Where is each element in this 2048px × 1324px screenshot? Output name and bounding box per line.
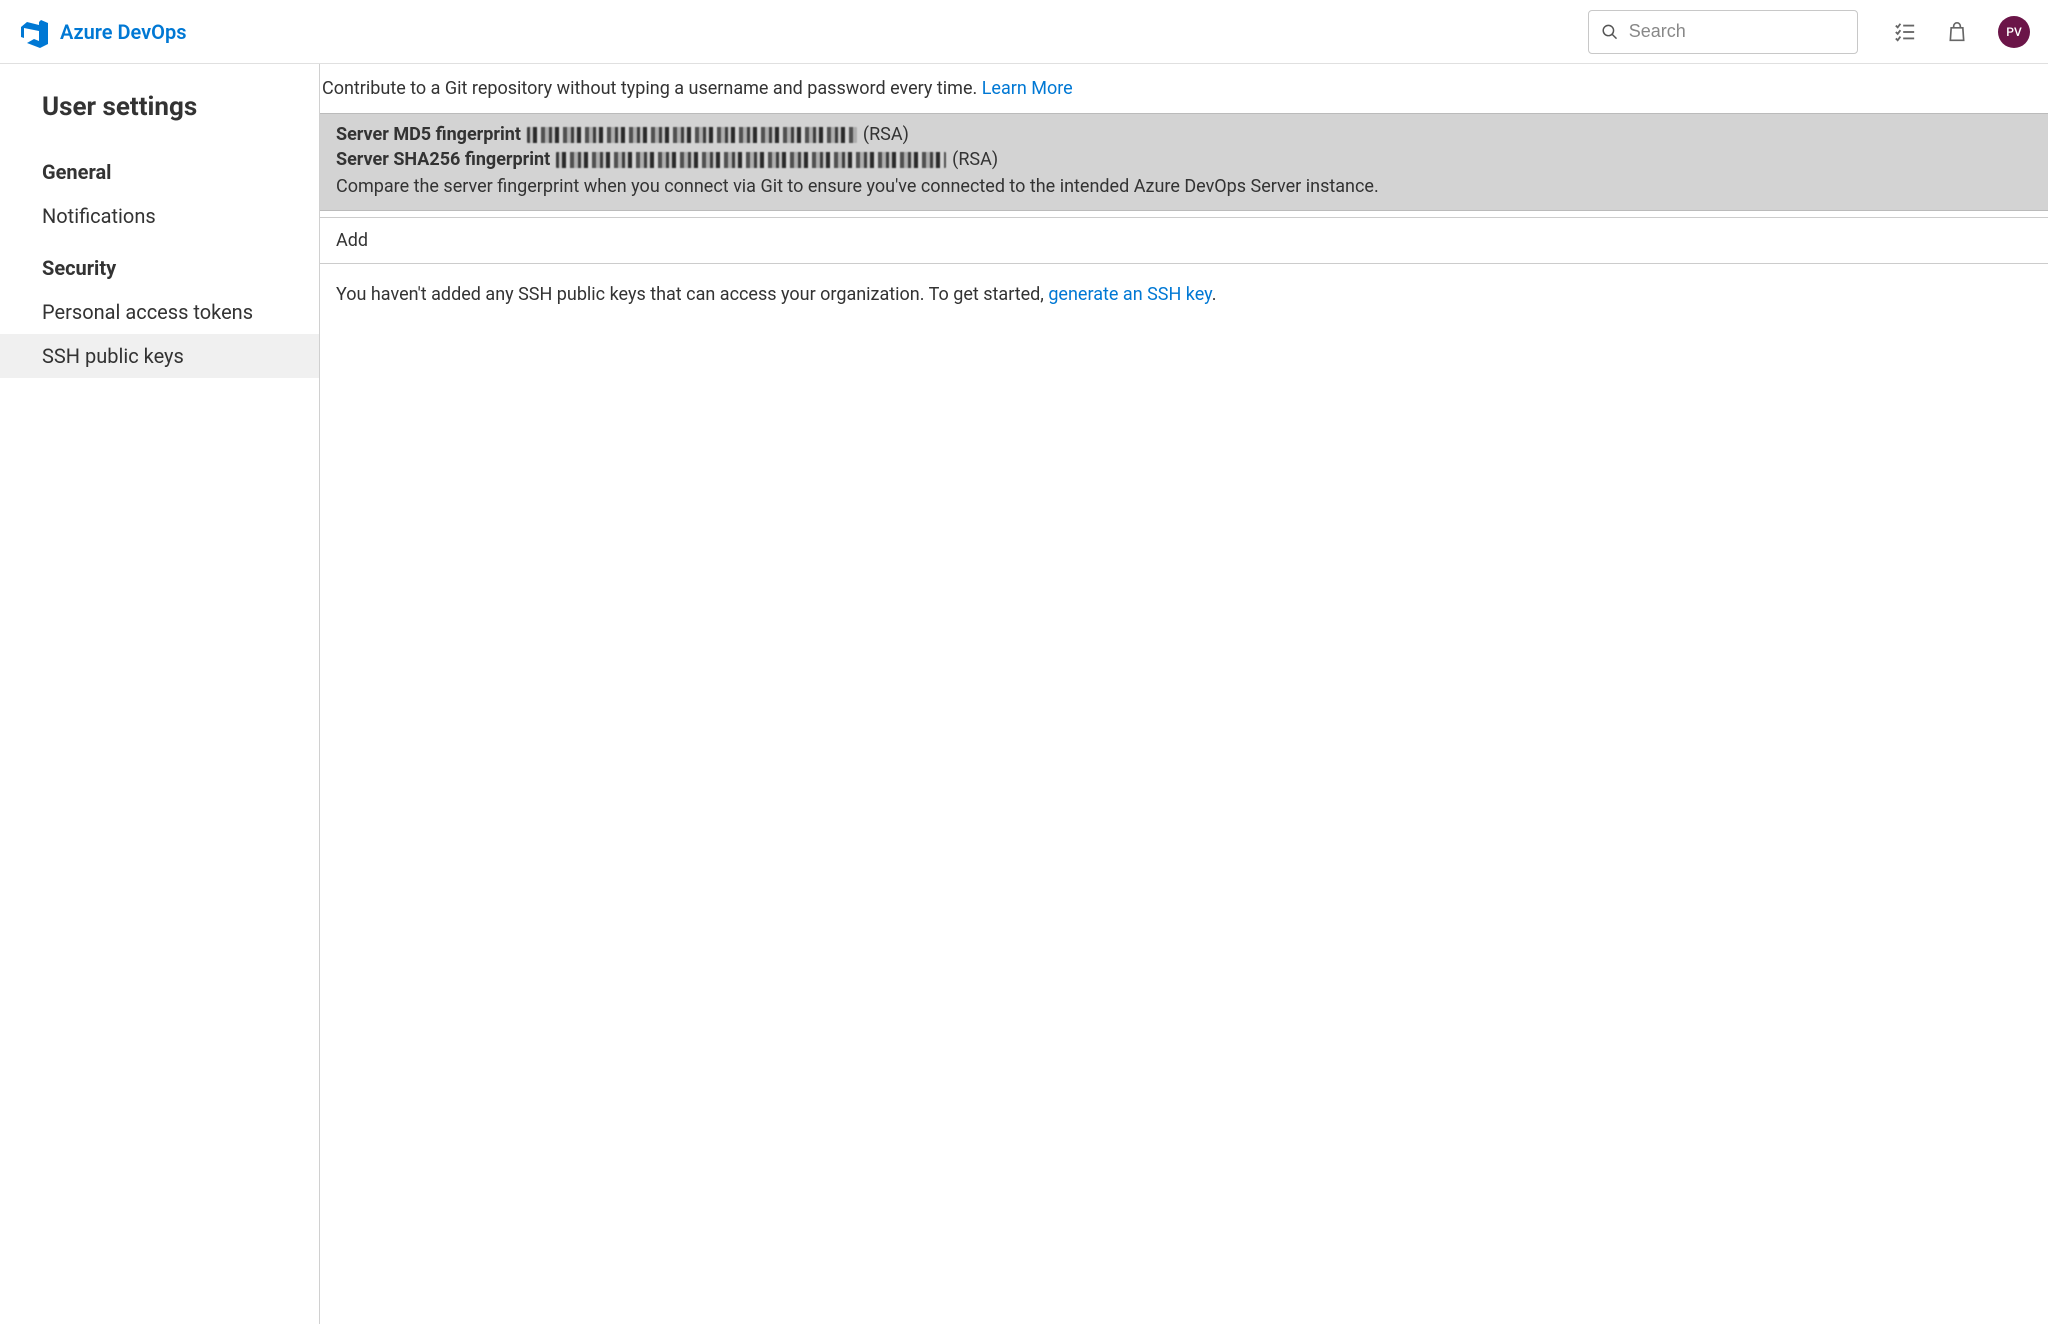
sha256-fingerprint-value-obscured bbox=[556, 152, 946, 168]
azure-devops-logo-icon bbox=[18, 16, 50, 48]
header-icon-group: PV bbox=[1894, 16, 2030, 48]
search-icon bbox=[1601, 22, 1619, 42]
empty-suffix: . bbox=[1212, 284, 1217, 305]
user-avatar[interactable]: PV bbox=[1998, 16, 2030, 48]
sidebar-item-ssh-public-keys[interactable]: SSH public keys bbox=[0, 334, 319, 378]
task-list-icon[interactable] bbox=[1894, 21, 1916, 43]
settings-sidebar: User settings General Notifications Secu… bbox=[0, 64, 320, 1324]
generate-ssh-key-link[interactable]: generate an SSH key bbox=[1048, 284, 1211, 305]
brand-home-link[interactable]: Azure DevOps bbox=[18, 16, 187, 48]
empty-prefix: You haven't added any SSH public keys th… bbox=[336, 284, 1048, 305]
sidebar-section-security: Security bbox=[0, 238, 319, 290]
add-button-label: Add bbox=[336, 230, 368, 251]
fingerprint-panel: Server MD5 fingerprint (RSA) Server SHA2… bbox=[320, 113, 2048, 211]
add-ssh-key-button[interactable]: Add bbox=[320, 217, 2048, 264]
sidebar-section-general: General bbox=[0, 142, 319, 194]
main-content: Contribute to a Git repository without t… bbox=[320, 64, 2048, 1324]
avatar-initials: PV bbox=[2006, 25, 2021, 39]
sha256-key-type: (RSA) bbox=[952, 147, 998, 172]
empty-state-message: You haven't added any SSH public keys th… bbox=[320, 264, 2048, 325]
top-header: Azure DevOps PV bbox=[0, 0, 2048, 64]
md5-label: Server MD5 fingerprint bbox=[336, 122, 521, 147]
brand-text: Azure DevOps bbox=[60, 20, 187, 44]
sidebar-item-notifications[interactable]: Notifications bbox=[0, 194, 319, 238]
sha256-label: Server SHA256 fingerprint bbox=[336, 147, 550, 172]
sidebar-item-label: Notifications bbox=[42, 204, 156, 228]
md5-key-type: (RSA) bbox=[863, 122, 909, 147]
learn-more-link[interactable]: Learn More bbox=[982, 78, 1073, 99]
intro-text-row: Contribute to a Git repository without t… bbox=[320, 64, 2048, 113]
sidebar-item-label: Personal access tokens bbox=[42, 300, 253, 324]
sha256-fingerprint-row: Server SHA256 fingerprint (RSA) bbox=[336, 147, 2032, 172]
md5-fingerprint-value-obscured bbox=[527, 127, 857, 143]
sidebar-title: User settings bbox=[0, 84, 319, 142]
search-input[interactable] bbox=[1629, 21, 1845, 42]
md5-fingerprint-row: Server MD5 fingerprint (RSA) bbox=[336, 122, 2032, 147]
sidebar-item-personal-access-tokens[interactable]: Personal access tokens bbox=[0, 290, 319, 334]
intro-text: Contribute to a Git repository without t… bbox=[322, 78, 982, 99]
fingerprint-compare-text: Compare the server fingerprint when you … bbox=[336, 174, 2032, 199]
sidebar-item-label: SSH public keys bbox=[42, 344, 184, 368]
shopping-bag-icon[interactable] bbox=[1946, 21, 1968, 43]
search-box[interactable] bbox=[1588, 10, 1858, 54]
